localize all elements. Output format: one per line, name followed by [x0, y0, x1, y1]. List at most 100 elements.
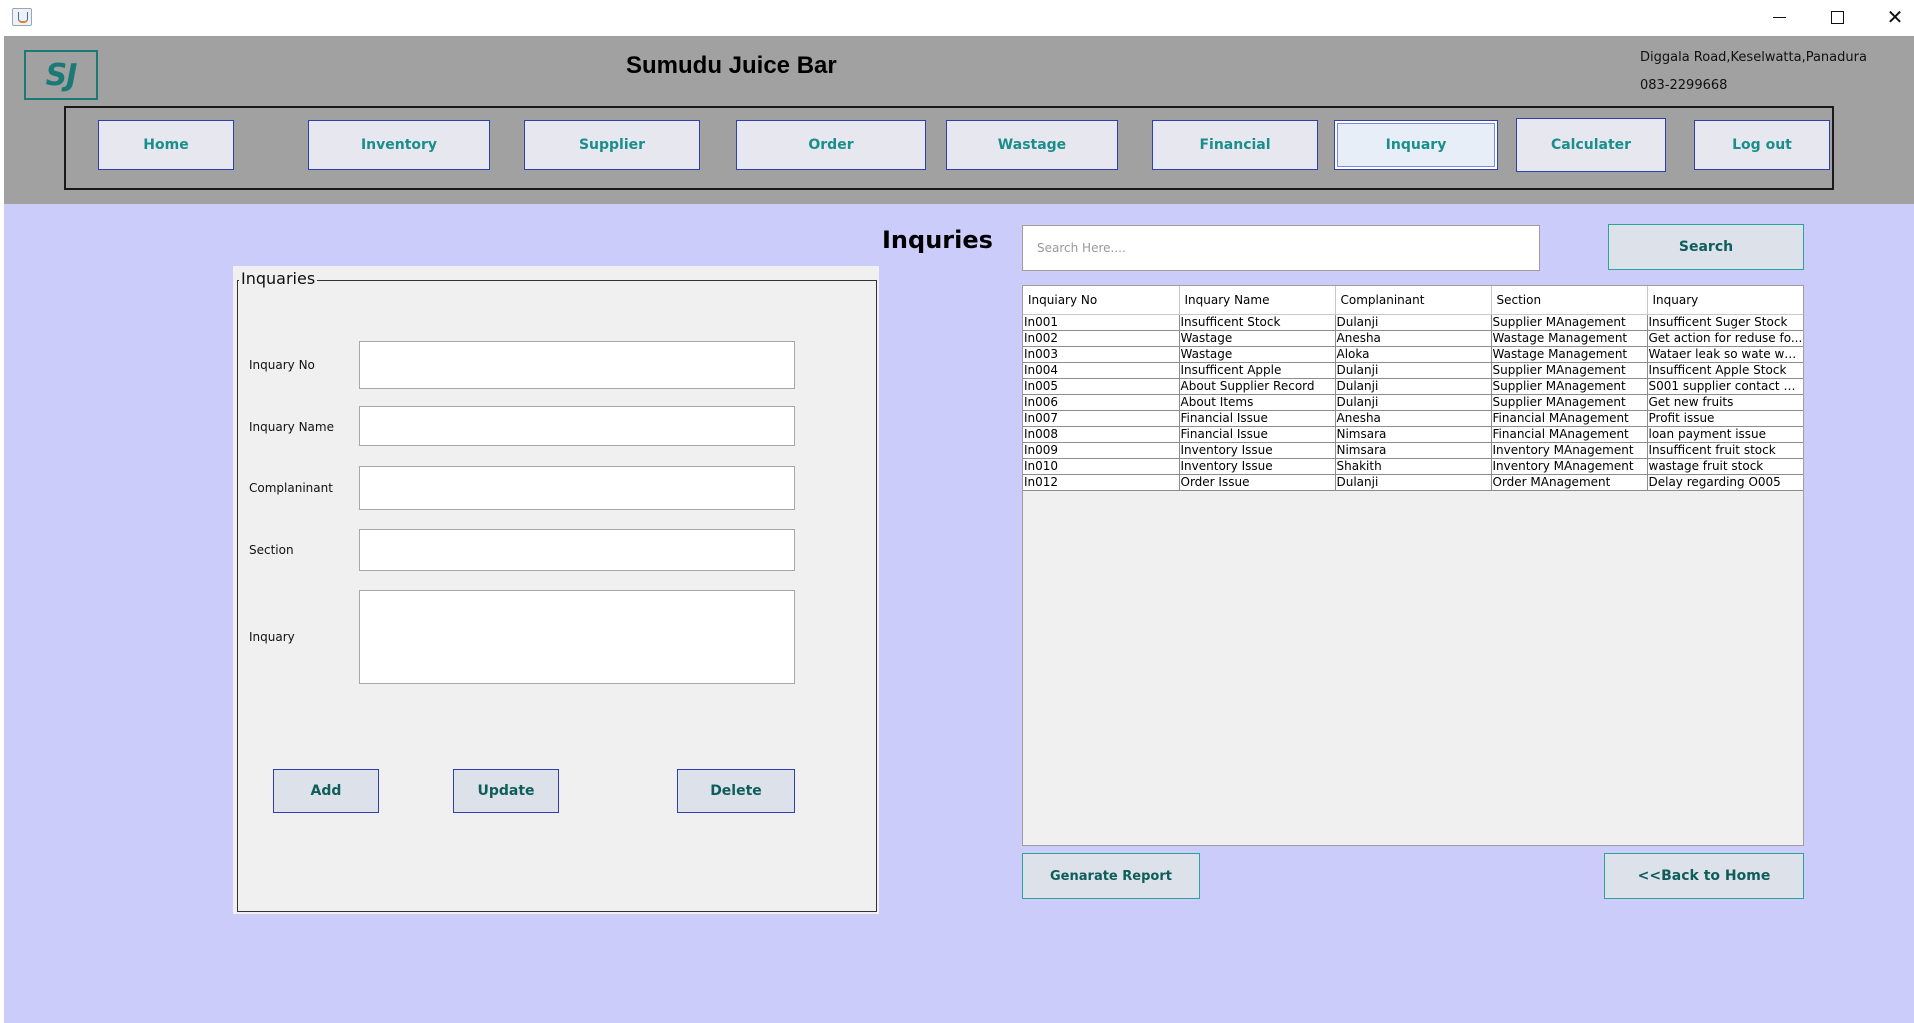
column-header[interactable]: Complaninant: [1335, 286, 1492, 315]
nav-financial-button[interactable]: Financial: [1152, 120, 1318, 170]
table-cell: Dulanji: [1335, 362, 1492, 379]
table-cell: Insufficent Stock: [1179, 314, 1336, 331]
inquiry-no-label: Inquary No: [249, 358, 315, 372]
column-header[interactable]: Inquary Name: [1179, 286, 1336, 315]
table-row[interactable]: In007 Financial Issue Anesha Financial MAna…: [1023, 410, 1803, 427]
table-cell: Get new fruits: [1647, 394, 1803, 411]
table-cell: Aloka: [1335, 346, 1492, 363]
table-row[interactable]: In006 About Items Dulanji Supplier MAnageme…: [1023, 394, 1803, 411]
shop-address: Diggala Road,Keselwatta,Panadura: [1640, 50, 1867, 65]
app-title: Sumudu Juice Bar: [626, 52, 837, 79]
table-cell: Order MAnagement: [1491, 474, 1648, 491]
table-cell: Financial Issue: [1179, 426, 1336, 443]
table-cell: About Items: [1179, 394, 1336, 411]
table-row[interactable]: In009 Inventory Issue Nimsara Inventory MAn…: [1023, 442, 1803, 459]
shop-phone: 083-2299668: [1640, 78, 1728, 93]
table-cell: Order Issue: [1179, 474, 1336, 491]
table-cell: Get action for reduse fo...: [1647, 330, 1803, 347]
maximize-button[interactable]: [1808, 0, 1866, 34]
table-row[interactable]: In004 Insufficent Apple Dulanji Supplier MA…: [1023, 362, 1803, 379]
table-row[interactable]: In003 Wastage Aloka Wastage Management Watae…: [1023, 346, 1803, 363]
table-cell: Wastage: [1179, 330, 1336, 347]
update-button[interactable]: Update: [453, 769, 559, 813]
section-field[interactable]: [359, 529, 795, 571]
table-header-row: Inquiary No Inquary Name Complaninant Se…: [1023, 286, 1803, 315]
delete-button[interactable]: Delete: [677, 769, 795, 813]
complainant-field[interactable]: [359, 466, 795, 510]
table-cell: Supplier MAnagement: [1491, 362, 1648, 379]
nav-inquary-button[interactable]: Inquary: [1334, 120, 1498, 170]
search-button[interactable]: Search: [1608, 224, 1804, 270]
table-cell: In002: [1023, 330, 1180, 347]
app-logo: SJ: [24, 50, 98, 100]
nav-order-button[interactable]: Order: [736, 120, 926, 170]
window-titlebar: ✕: [0, 0, 1914, 36]
table-cell: S001 supplier contact no...: [1647, 378, 1803, 395]
table-cell: Financial MAnagement: [1491, 410, 1648, 427]
table-cell: Dulanji: [1335, 378, 1492, 395]
table-cell: Supplier MAnagement: [1491, 314, 1648, 331]
table-cell: Wataer leak so wate wa...: [1647, 346, 1803, 363]
nav-bar: Home Inventory Supplier Order Wastage Fi…: [64, 106, 1834, 190]
app-header: SJ Sumudu Juice Bar Diggala Road,Keselwa…: [4, 36, 1914, 204]
table-cell: Anesha: [1335, 410, 1492, 427]
generate-report-button[interactable]: Genarate Report: [1022, 853, 1200, 899]
complainant-label: Complaninant: [249, 481, 333, 495]
column-header[interactable]: Inquiary No: [1023, 286, 1180, 315]
minimize-button[interactable]: [1750, 0, 1808, 34]
table-cell: Inventory MAnagement: [1491, 442, 1648, 459]
table-cell: Financial MAnagement: [1491, 426, 1648, 443]
table-cell: Inventory Issue: [1179, 442, 1336, 459]
section-label: Section: [249, 543, 294, 557]
column-header[interactable]: Inquary: [1647, 286, 1803, 315]
table-cell: About Supplier Record: [1179, 378, 1336, 395]
table-cell: Dulanji: [1335, 314, 1492, 331]
table-row[interactable]: In002 Wastage Anesha Wastage Management Get …: [1023, 330, 1803, 347]
nav-supplier-button[interactable]: Supplier: [524, 120, 700, 170]
main-area: Inquaries Inquary No Inquary Name Compla…: [4, 204, 1914, 1023]
table-cell: In006: [1023, 394, 1180, 411]
table-cell: Wastage Management: [1491, 346, 1648, 363]
table-cell: Nimsara: [1335, 442, 1492, 459]
table-row[interactable]: In012 Order Issue Dulanji Order MAnagement D…: [1023, 474, 1803, 491]
form-legend: Inquaries: [239, 269, 318, 288]
table-row[interactable]: In005 About Supplier Record Dulanji Supplie…: [1023, 378, 1803, 395]
table-cell: Supplier MAnagement: [1491, 378, 1648, 395]
table-cell: Shakith: [1335, 458, 1492, 475]
table-cell: Insufficent fruit stock: [1647, 442, 1803, 459]
add-button[interactable]: Add: [273, 769, 379, 813]
table-cell: Profit issue: [1647, 410, 1803, 427]
table-cell: In010: [1023, 458, 1180, 475]
table-cell: Dulanji: [1335, 394, 1492, 411]
nav-home-button[interactable]: Home: [98, 120, 234, 170]
table-cell: In003: [1023, 346, 1180, 363]
table-cell: Dulanji: [1335, 474, 1492, 491]
table-cell: Nimsara: [1335, 426, 1492, 443]
close-button[interactable]: ✕: [1866, 0, 1914, 34]
nav-logout-button[interactable]: Log out: [1694, 120, 1830, 170]
table-row[interactable]: In001 Insufficent Stock Dulanji Supplier MA…: [1023, 314, 1803, 331]
nav-inventory-button[interactable]: Inventory: [308, 120, 490, 170]
inquiry-no-field[interactable]: [359, 341, 795, 389]
inquiry-textarea[interactable]: [359, 590, 795, 684]
nav-calculater-button[interactable]: Calculater: [1516, 118, 1666, 172]
search-input[interactable]: Search Here....: [1022, 225, 1540, 271]
column-header[interactable]: Section: [1491, 286, 1648, 315]
table-cell: Insufficent Apple Stock: [1647, 362, 1803, 379]
table-cell: In008: [1023, 426, 1180, 443]
table-cell: Insufficent Suger Stock: [1647, 314, 1803, 331]
inquiry-name-label: Inquary Name: [249, 420, 334, 434]
table-cell: Wastage: [1179, 346, 1336, 363]
table-cell: In004: [1023, 362, 1180, 379]
inquiries-table[interactable]: Inquiary No Inquary Name Complaninant Se…: [1022, 285, 1804, 846]
nav-wastage-button[interactable]: Wastage: [946, 120, 1118, 170]
inquiry-form-panel: Inquaries Inquary No Inquary Name Compla…: [233, 266, 879, 914]
table-cell: In001: [1023, 314, 1180, 331]
table-cell: Delay regarding O005: [1647, 474, 1803, 491]
table-cell: Insufficent Apple: [1179, 362, 1336, 379]
table-row[interactable]: In008 Financial Issue Nimsara Financial MAn…: [1023, 426, 1803, 443]
inquiry-name-field[interactable]: [359, 406, 795, 446]
table-row[interactable]: In010 Inventory Issue Shakith Inventory MAn…: [1023, 458, 1803, 475]
java-app-icon: [12, 8, 32, 26]
back-to-home-button[interactable]: <<Back to Home: [1604, 853, 1804, 899]
